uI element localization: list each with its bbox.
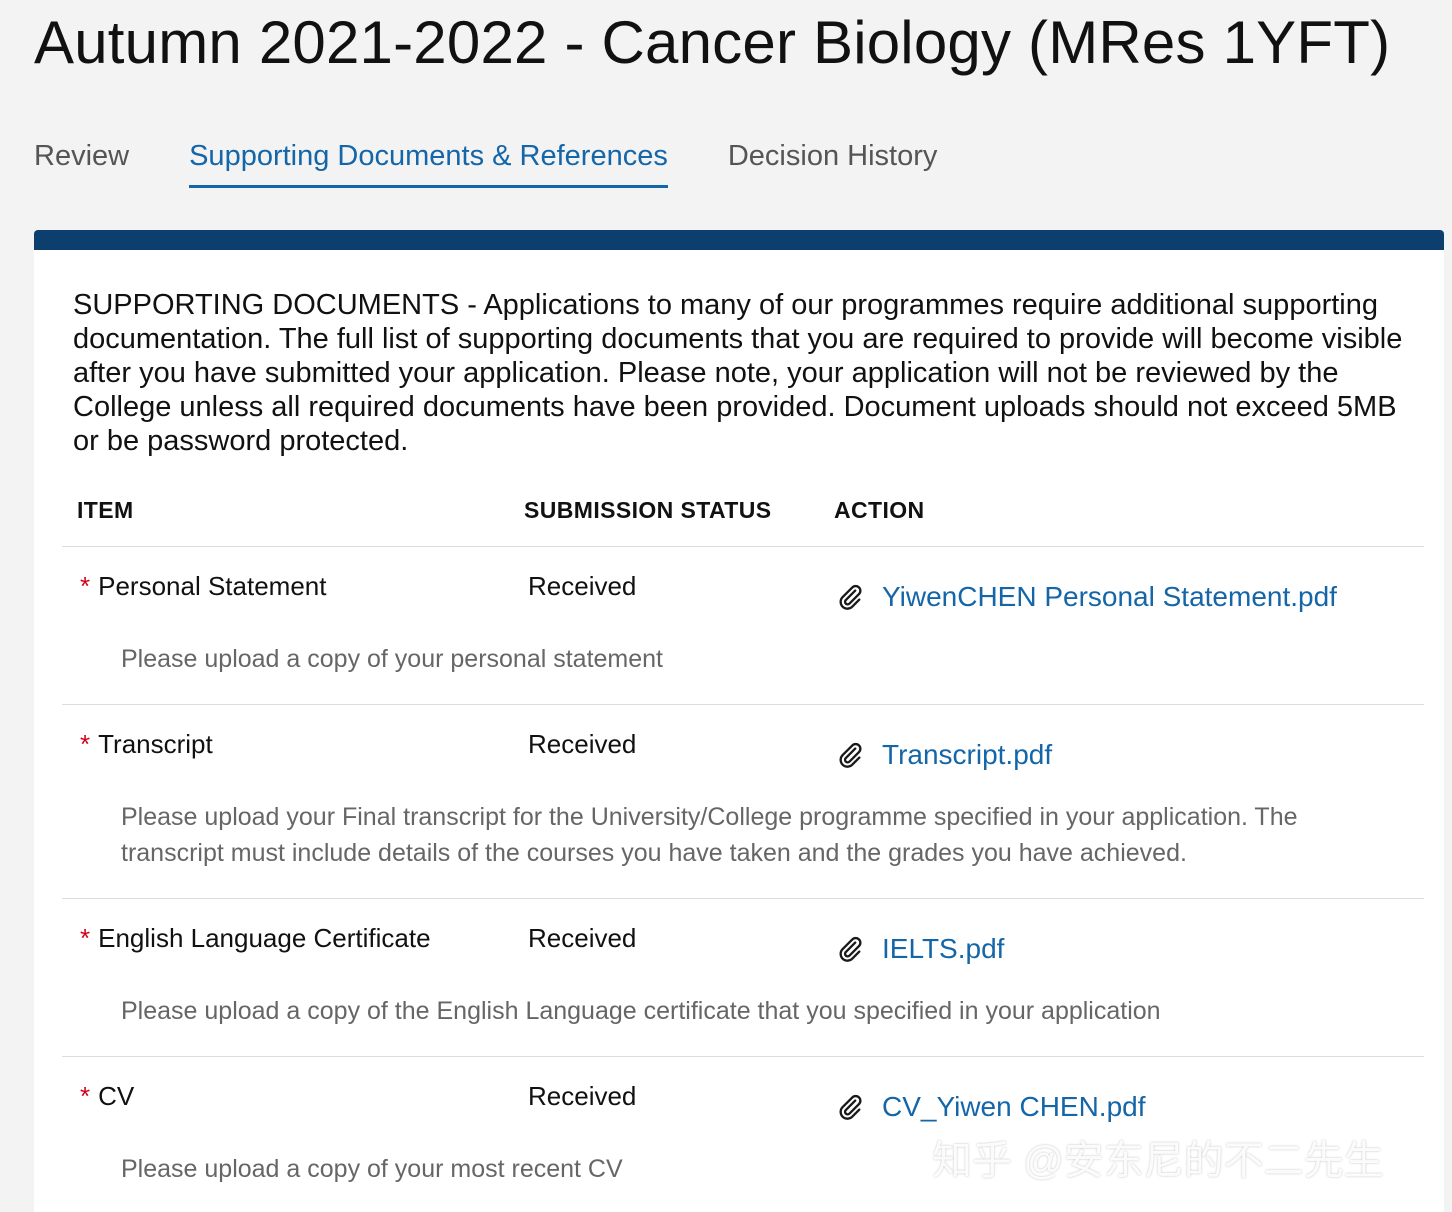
item-cell: * Transcript (80, 729, 213, 760)
table-row: * Personal Statement Received YiwenCHEN P… (62, 547, 1424, 705)
watermark: 知乎 @安东尼的不二先生 (932, 1139, 1384, 1183)
header-item: ITEM (77, 497, 134, 523)
intro-text: SUPPORTING DOCUMENTS - Applications to m… (73, 289, 1403, 457)
required-marker: * (80, 571, 91, 601)
status-cell: Received (528, 1081, 637, 1111)
header-submission-status: SUBMISSION STATUS (524, 497, 772, 523)
item-cell: * CV (80, 1081, 134, 1112)
header-action: ACTION (834, 497, 925, 523)
action-cell: Transcript.pdf (836, 739, 1052, 771)
required-marker: * (80, 729, 91, 759)
tab-decision-history[interactable]: Decision History (728, 140, 938, 188)
item-description: Please upload your Final transcript for … (121, 803, 1298, 867)
item-description: Please upload a copy of your personal st… (121, 645, 664, 673)
paperclip-icon (839, 936, 862, 962)
page-title: Autumn 2021-2022 - Cancer Biology (MRes … (34, 9, 1391, 76)
status-cell: Received (528, 571, 637, 601)
tab-bar: Review Supporting Documents & References… (34, 140, 937, 188)
file-link[interactable]: YiwenCHEN Personal Statement.pdf (882, 581, 1337, 613)
status-cell: Received (528, 923, 637, 953)
status-cell: Received (528, 729, 637, 759)
table-header: ITEM SUBMISSION STATUS ACTION (62, 492, 1424, 547)
documents-table: ITEM SUBMISSION STATUS ACTION * Personal … (62, 492, 1424, 1212)
item-name: Personal Statement (98, 571, 327, 601)
card-header-bar (34, 230, 1444, 250)
table-row: * English Language Certificate Received I… (62, 899, 1424, 1057)
action-cell: YiwenCHEN Personal Statement.pdf (836, 581, 1337, 613)
file-link[interactable]: CV_Yiwen CHEN.pdf (882, 1091, 1146, 1123)
item-cell: * English Language Certificate (80, 923, 431, 954)
item-name: English Language Certificate (98, 923, 431, 953)
application-page: Autumn 2021-2022 - Cancer Biology (MRes … (0, 0, 1452, 1212)
item-description: Please upload a copy of the English Lang… (121, 997, 1161, 1025)
required-marker: * (80, 1081, 91, 1111)
paperclip-icon (839, 742, 862, 768)
required-marker: * (80, 923, 91, 953)
paperclip-icon (839, 1094, 862, 1120)
action-cell: IELTS.pdf (836, 933, 1004, 965)
item-name: CV (98, 1081, 135, 1111)
tab-review[interactable]: Review (34, 140, 129, 188)
paperclip-icon (839, 584, 862, 610)
tab-supporting-documents[interactable]: Supporting Documents & References (189, 140, 668, 188)
file-link[interactable]: Transcript.pdf (882, 739, 1052, 771)
item-cell: * Personal Statement (80, 571, 326, 602)
supporting-documents-card: SUPPORTING DOCUMENTS - Applications to m… (34, 230, 1444, 1212)
file-link[interactable]: IELTS.pdf (882, 933, 1004, 965)
item-name: Transcript (98, 729, 213, 759)
table-row: * Transcript Received Transcript.pdf Plea… (62, 705, 1424, 899)
action-cell: CV_Yiwen CHEN.pdf (836, 1091, 1146, 1123)
